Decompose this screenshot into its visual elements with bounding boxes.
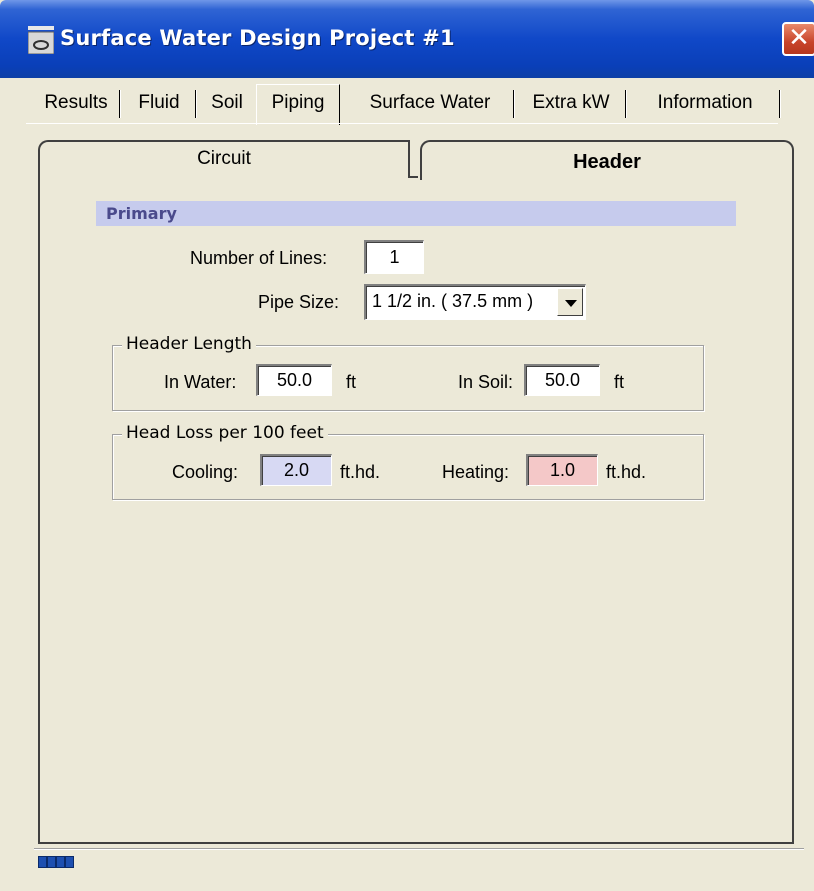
pipe-size-dropdown-button[interactable] (557, 288, 583, 316)
in-soil-field[interactable]: 50.0 (524, 364, 600, 396)
head-loss-title: Head Loss per 100 feet (122, 423, 328, 443)
primary-section-header: Primary (96, 201, 736, 226)
tab-soil[interactable]: Soil (200, 88, 254, 118)
subtab-circuit[interactable]: Circuit (38, 140, 410, 178)
tab-surface-water[interactable]: Surface Water (348, 88, 514, 118)
pipe-size-label: Pipe Size: (258, 292, 340, 312)
heating-label: Heating: (442, 462, 510, 482)
tab-results[interactable]: Results (34, 88, 120, 118)
tab-divider (26, 123, 778, 124)
status-indicator-icon (38, 856, 74, 868)
heating-field[interactable]: 1.0 (526, 454, 598, 486)
heating-unit: ft.hd. (606, 462, 647, 482)
tab-piping[interactable]: Piping (256, 84, 340, 125)
tab-extra-kw[interactable]: Extra kW (518, 88, 626, 118)
chevron-down-icon (565, 300, 577, 307)
tab-fluid[interactable]: Fluid (124, 88, 196, 118)
in-water-label: In Water: (164, 372, 237, 392)
in-soil-label: In Soil: (458, 372, 514, 392)
close-button[interactable]: ✕ (782, 22, 814, 56)
title-bar[interactable]: Surface Water Design Project #1 (0, 0, 814, 78)
pipe-size-value: 1 1/2 in. ( 37.5 mm ) (372, 291, 534, 311)
app-icon (28, 26, 54, 54)
header-length-title: Header Length (122, 334, 256, 354)
in-water-unit: ft (346, 372, 357, 392)
header-panel (38, 176, 794, 844)
subtab-header[interactable]: Header (420, 140, 794, 180)
close-icon: ✕ (788, 23, 810, 53)
cooling-label: Cooling: (172, 462, 239, 482)
in-soil-unit: ft (614, 372, 625, 392)
number-of-lines-field[interactable]: 1 (364, 240, 424, 274)
tab-information[interactable]: Information (632, 88, 780, 118)
in-water-field[interactable]: 50.0 (256, 364, 332, 396)
main-tab-strip: Results Fluid Soil Piping Surface Water … (26, 84, 814, 125)
cooling-unit: ft.hd. (340, 462, 381, 482)
cooling-field[interactable]: 2.0 (260, 454, 332, 486)
pipe-size-select[interactable]: 1 1/2 in. ( 37.5 mm ) (364, 284, 586, 320)
number-of-lines-label: Number of Lines: (190, 248, 328, 268)
window-title: Surface Water Design Project #1 (60, 26, 455, 50)
status-divider (34, 848, 804, 849)
